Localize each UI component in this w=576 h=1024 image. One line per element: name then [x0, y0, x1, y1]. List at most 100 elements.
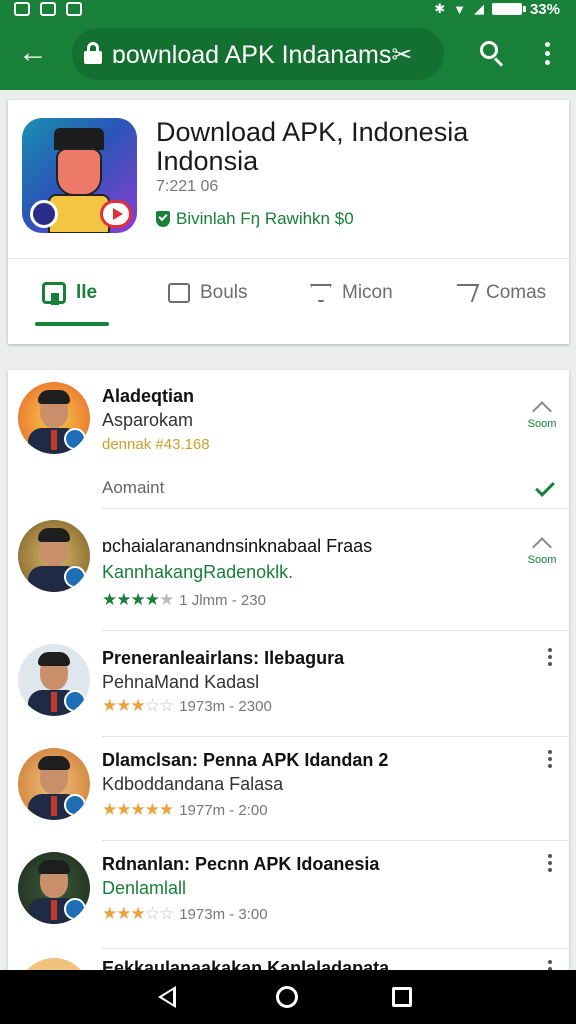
- badge-icon: [64, 898, 86, 920]
- avatar: [18, 644, 90, 716]
- list-item[interactable]: ɒchaialaranandnsinknabaal Fraas Kannhaka…: [8, 510, 569, 628]
- install-icon: [42, 282, 66, 305]
- app-notification-icon: [66, 2, 82, 16]
- tab-install-label: lle: [76, 282, 98, 303]
- garuda-badge-icon: [30, 200, 58, 228]
- rating-row: ★★★★★ 1 Jlmm - 230: [102, 590, 266, 610]
- address-bar-text[interactable]: ɒownload APK Indanams✂: [112, 40, 430, 68]
- status-bar: ✱ ▼ ◢ 33%: [0, 0, 576, 18]
- avatar: [18, 748, 90, 820]
- signal-icon: ◢: [473, 1, 484, 16]
- more-vert-icon[interactable]: [546, 960, 554, 970]
- rating-row: ★★★★★ 1977m - 2:00: [102, 800, 268, 820]
- divider: [102, 736, 569, 737]
- app-title: Download APK, Indonesia Indonsia: [156, 117, 469, 176]
- rating-stars: ★★★☆☆: [102, 904, 174, 923]
- verified-text: Bivinlah Fŋ Rawihkn $0: [176, 209, 354, 228]
- rating-stars: ★★★★★: [102, 590, 174, 609]
- tab-install[interactable]: lle: [42, 276, 97, 310]
- status-left-icons: [14, 0, 82, 18]
- tab-reviews-label: Bouls: [200, 282, 248, 303]
- badge-icon: [64, 566, 86, 588]
- results-list: Aladeqtian Asparokam dennak #43.168 Aoma…: [8, 370, 569, 970]
- flag-icon: [310, 284, 332, 302]
- address-bar[interactable]: ɒownload APK Indanams✂: [72, 28, 444, 80]
- nav-home-icon[interactable]: [276, 986, 298, 1008]
- result-subtitle: Asparokam: [102, 410, 194, 430]
- tab-reviews[interactable]: Bouls: [168, 276, 248, 310]
- result-subtitle: KannhakangRadenoklk.: [102, 562, 294, 582]
- divider: [102, 508, 569, 509]
- tab-report[interactable]: Micon: [310, 276, 393, 310]
- app-meta: 7:221 06: [156, 178, 219, 195]
- shield-check-icon: [156, 211, 170, 227]
- collapse-control[interactable]: Soom: [522, 534, 562, 566]
- rating-text: 1977m - 2:00: [179, 801, 268, 819]
- result-title: Dlamclsan: Penna APK Idandan 2: [102, 750, 389, 770]
- divider: [102, 630, 569, 631]
- active-tab-indicator: [35, 322, 109, 326]
- tab-share-label: Comas: [486, 282, 547, 303]
- tab-share[interactable]: Comas: [450, 276, 547, 310]
- browser-toolbar: ← ɒownload APK Indanams✂: [0, 18, 576, 90]
- avatar: [18, 958, 90, 970]
- list-item[interactable]: Aladeqtian Asparokam dennak #43.168 Aoma…: [8, 370, 569, 502]
- tab-report-label: Micon: [342, 282, 393, 303]
- more-vert-icon[interactable]: [546, 854, 554, 876]
- app-icon[interactable]: [22, 118, 137, 233]
- result-title: Rdnanlan: Pecnn APK Idoanesia: [102, 854, 380, 874]
- rating-stars: ★★★☆☆: [102, 696, 174, 715]
- avatar: [18, 520, 90, 592]
- more-vert-icon[interactable]: [546, 750, 554, 772]
- result-title: Preneranleairlans: Ilebagura: [102, 648, 345, 668]
- share-icon: [450, 284, 480, 302]
- system-nav-bar: [0, 970, 576, 1024]
- nav-back-icon[interactable]: [158, 986, 176, 1008]
- result-title: ɒchaialaranandnsinknabaal Fraas: [102, 536, 373, 556]
- list-item[interactable]: Dlamclsan: Penna APK Idandan 2 Kdboddand…: [8, 738, 569, 842]
- lock-icon: [84, 42, 102, 64]
- result-meta: dennak #43.168: [102, 436, 210, 453]
- image-notification-icon: [40, 2, 56, 16]
- rating-stars: ★★★★★: [102, 800, 174, 819]
- divider: [8, 258, 569, 259]
- avatar: [18, 382, 90, 454]
- rating-text: 1973m - 3:00: [179, 905, 268, 923]
- collapse-control[interactable]: Soom: [522, 398, 562, 430]
- app-card: Download APK, Indonesia Indonsia 7:221 0…: [8, 100, 569, 344]
- check-icon[interactable]: [535, 477, 555, 497]
- rating-row: ★★★☆☆ 1973m - 2300: [102, 696, 272, 716]
- nav-recents-icon[interactable]: [392, 987, 412, 1007]
- play-icon: [100, 200, 132, 228]
- more-vert-icon[interactable]: [530, 36, 566, 72]
- back-arrow-icon[interactable]: ←: [16, 36, 50, 70]
- result-extra: Aomaint: [102, 478, 165, 497]
- bluetooth-icon: ✱: [434, 1, 446, 16]
- result-title: Eekkaulanaakakan Kanlaladapata: [102, 958, 390, 970]
- status-right-icons: ✱ ▼ ◢ 33%: [434, 0, 560, 18]
- list-item[interactable]: Eekkaulanaakakan Kanlaladapata: [8, 950, 569, 970]
- verified-row: Bivinlah Fŋ Rawihkn $0: [156, 208, 354, 230]
- notification-icon: [14, 2, 30, 16]
- battery-percent: 33%: [529, 0, 560, 18]
- divider: [102, 840, 569, 841]
- rating-text: 1973m - 2300: [179, 697, 272, 715]
- more-vert-icon[interactable]: [546, 648, 554, 670]
- rating-row: ★★★☆☆ 1973m - 3:00: [102, 904, 268, 924]
- chat-icon: [168, 283, 190, 303]
- search-icon[interactable]: [474, 36, 510, 72]
- result-subtitle: Denlamlall: [102, 878, 187, 898]
- list-item[interactable]: Preneranleairlans: Ilebagura PehnaMand K…: [8, 632, 569, 736]
- avatar: [18, 852, 90, 924]
- badge-icon: [64, 690, 86, 712]
- badge-icon: [64, 794, 86, 816]
- list-item[interactable]: Rdnanlan: Pecnn APK Idoanesia Denlamlall…: [8, 842, 569, 948]
- action-tabs: lle Bouls Micon Comas: [8, 260, 569, 344]
- result-subtitle: PehnaMand Kadasl: [102, 672, 260, 692]
- badge-icon: [64, 428, 86, 450]
- result-title: Aladeqtian: [102, 386, 195, 406]
- wifi-icon: ▼: [453, 1, 466, 17]
- battery-icon: [491, 3, 526, 15]
- divider: [102, 948, 569, 949]
- rating-text: 1 Jlmm - 230: [179, 591, 266, 609]
